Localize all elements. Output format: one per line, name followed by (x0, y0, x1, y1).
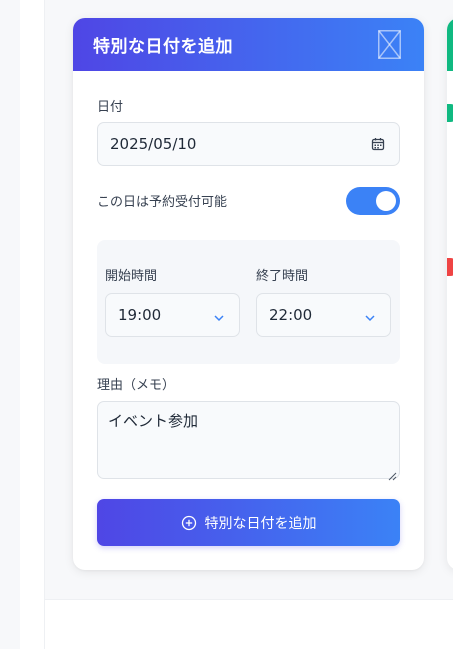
add-special-date-card: 特別な日付を追加 日付 2025/05/10 この日は予約受付可能 開始時間 1… (73, 18, 424, 570)
submit-label: 特別な日付を追加 (204, 515, 317, 532)
start-time-value: 19:00 (118, 306, 162, 324)
availability-toggle[interactable] (346, 187, 400, 215)
resize-handle-icon[interactable] (388, 467, 397, 481)
reason-label: 理由（メモ） (97, 378, 176, 393)
date-label: 日付 (97, 100, 124, 115)
end-time-label: 終了時間 (256, 269, 309, 284)
left-sidebar-edge (0, 0, 20, 649)
close-x-box-icon[interactable] (378, 30, 401, 59)
adjacent-card-edge (447, 18, 453, 570)
status-dot-green (447, 104, 453, 122)
status-dot-red (447, 258, 453, 276)
availability-label: この日は予約受付可能 (97, 195, 228, 210)
toggle-knob (376, 191, 396, 211)
chevron-down-icon (364, 310, 376, 322)
start-time-label: 開始時間 (105, 269, 158, 284)
calendar-icon[interactable] (371, 137, 385, 151)
adjacent-card-header (447, 18, 453, 71)
reason-value: イベント参加 (108, 412, 199, 430)
end-time-select[interactable]: 22:00 (256, 293, 391, 337)
end-time-value: 22:00 (269, 306, 313, 324)
card-title: 特別な日付を追加 (93, 37, 233, 57)
date-input[interactable]: 2025/05/10 (97, 122, 400, 166)
start-time-select[interactable]: 19:00 (105, 293, 240, 337)
time-range-panel: 開始時間 19:00 終了時間 22:00 (97, 240, 400, 364)
plus-circle-icon (181, 515, 196, 530)
date-value: 2025/05/10 (110, 135, 197, 153)
add-special-date-button[interactable]: 特別な日付を追加 (97, 499, 400, 546)
card-header: 特別な日付を追加 (73, 18, 424, 71)
reason-textarea[interactable]: イベント参加 (97, 401, 400, 481)
chevron-down-icon (213, 310, 225, 322)
